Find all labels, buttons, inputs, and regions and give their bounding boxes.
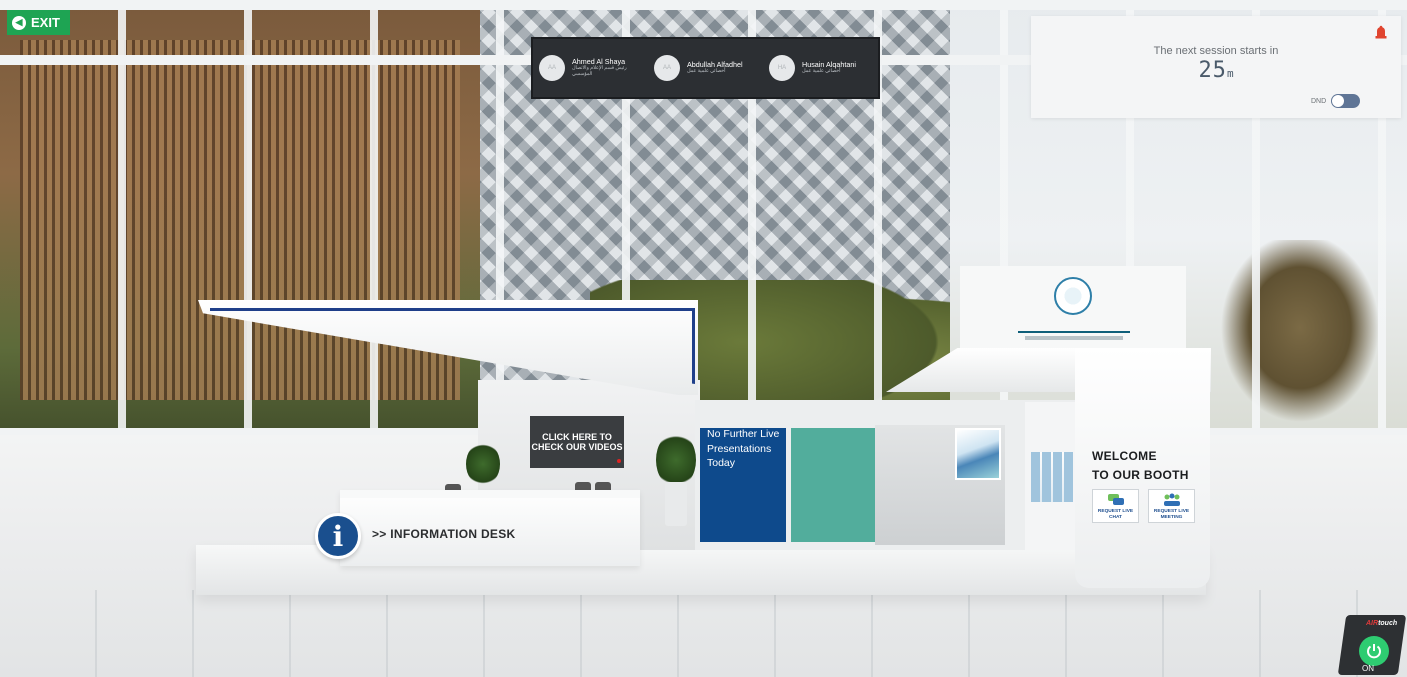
request-live-meeting-label: REQUEST LIVE MEETING — [1153, 509, 1190, 520]
airtouch-brand: AIRtouch — [1366, 620, 1397, 627]
speaker-title: المؤسسي — [572, 72, 593, 78]
countdown-minutes: 25 — [1198, 58, 1227, 83]
logo-subtitle — [1025, 336, 1123, 340]
speaker-card[interactable]: AA Ahmed Al Shaya رئيس قسم الإعلام والات… — [533, 55, 648, 81]
power-glyph — [1367, 644, 1381, 659]
exit-label: EXIT — [31, 15, 60, 30]
plant-pot — [665, 482, 687, 526]
organization-logo — [1054, 277, 1092, 315]
dnd-control[interactable]: DND — [1311, 94, 1361, 108]
speaker-name: Abdullah Alfadhel — [687, 60, 743, 69]
speaker-title: أخصائي علمية عمل — [687, 69, 726, 75]
exit-button[interactable]: ◀ EXIT — [7, 10, 70, 35]
floor-lines — [0, 590, 1407, 677]
session-countdown-label: The next session starts in — [1153, 45, 1279, 57]
videos-screen[interactable]: CLICK HERE TO CHECK OUR VIDEOS — [530, 416, 624, 468]
speaker-avatar: AA — [539, 55, 565, 81]
airtouch-brand-a: AIR — [1366, 620, 1379, 627]
speaker-avatar: AA — [654, 55, 680, 81]
airtouch-brand-b: touch — [1378, 620, 1398, 627]
videos-cta-label: CLICK HERE TO CHECK OUR VIDEOS — [531, 432, 623, 452]
info-icon[interactable]: i — [315, 513, 361, 559]
request-live-chat-label: REQUEST LIVE CHAT — [1097, 509, 1134, 520]
session-countdown: 25m — [1031, 58, 1401, 83]
welcome-line2: TO OUR BOOTH — [1092, 468, 1189, 482]
welcome-text: WELCOME TO OUR BOOTH — [1092, 447, 1189, 485]
speaker-title: أخصائي علمية عمل — [802, 69, 841, 75]
welcome-line1: WELCOME — [1092, 449, 1157, 463]
wall-artwork — [955, 428, 1001, 480]
speakers-bar: AA Ahmed Al Shaya رئيس قسم الإعلام والات… — [531, 37, 880, 99]
alarm-icon[interactable] — [1375, 25, 1387, 39]
presentation-status: No Further Live Presentations Today — [707, 428, 780, 469]
request-live-meeting-button[interactable]: REQUEST LIVE MEETING — [1148, 489, 1195, 523]
toggle-knob — [1332, 95, 1345, 107]
logo-wordmark — [1018, 317, 1130, 333]
teal-wall-panel — [791, 428, 875, 542]
power-icon[interactable] — [1359, 636, 1389, 666]
countdown-unit: m — [1226, 67, 1234, 80]
speaker-name: Husain Alqahtani — [802, 60, 856, 69]
speaker-name: Ahmed Al Shaya — [572, 57, 626, 66]
desk-plant — [466, 442, 500, 486]
chat-icon — [1107, 494, 1124, 505]
speaker-avatar: HA — [769, 55, 795, 81]
back-arrow-icon: ◀ — [12, 15, 26, 30]
speaker-card[interactable]: AA Abdullah Alfadhel أخصائي علمية عمل — [648, 55, 763, 81]
information-desk-link[interactable]: >> INFORMATION DESK — [372, 527, 516, 541]
next-session-panel: The next session starts in 25m DND — [1031, 16, 1401, 118]
poster-tiles — [1031, 452, 1073, 502]
meeting-icon — [1163, 493, 1180, 506]
desk-top — [340, 490, 640, 498]
speaker-card[interactable]: HA Husain Alqahtani أخصائي علمية عمل — [763, 55, 878, 81]
request-live-chat-button[interactable]: REQUEST LIVE CHAT — [1092, 489, 1139, 523]
dnd-label: DND — [1311, 97, 1327, 105]
dnd-toggle[interactable] — [1331, 94, 1361, 108]
corner-plant — [656, 432, 696, 488]
screen-indicator — [617, 459, 621, 463]
airtouch-state: ON — [1362, 664, 1374, 673]
window-frame-top — [0, 0, 1407, 10]
